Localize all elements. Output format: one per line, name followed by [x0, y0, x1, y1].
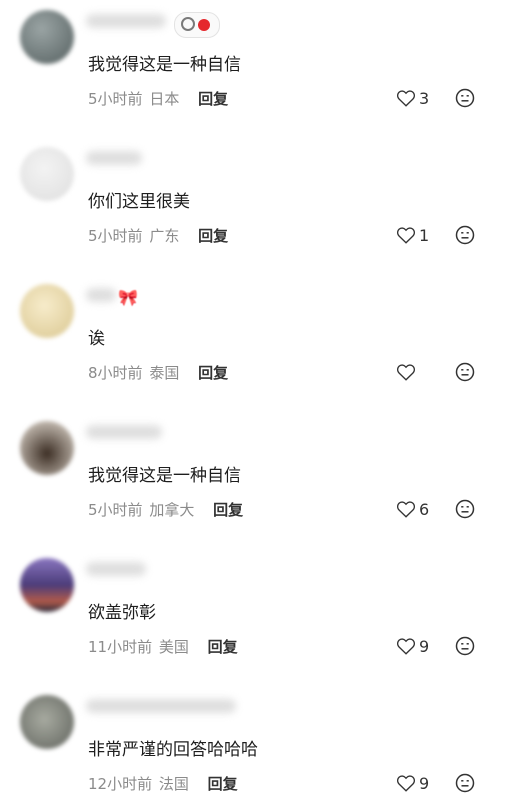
comment-meta: 12小时前 法国 回复	[88, 773, 240, 794]
meh-face-icon	[455, 362, 475, 382]
username-blurred[interactable]	[86, 699, 236, 713]
heart-outline-icon	[396, 227, 416, 244]
comment-item: 我觉得这是一种自信 5小时前 加拿大 回复 6	[0, 411, 505, 548]
badge-red-dot-icon	[198, 19, 210, 31]
reply-button[interactable]: 回复	[213, 501, 243, 519]
like-button[interactable]: 6	[396, 497, 429, 521]
comment-text: 我觉得这是一种自信	[88, 55, 241, 75]
meh-face-icon	[455, 225, 475, 245]
comment-time: 12小时前	[88, 775, 153, 793]
comment-text: 诶	[88, 329, 105, 349]
like-button[interactable]: 9	[396, 634, 429, 658]
comment-meta: 11小时前 美国 回复	[88, 636, 240, 657]
heart-outline-icon	[396, 364, 416, 381]
like-count: 1	[419, 225, 430, 245]
comment-text: 非常严谨的回答哈哈哈	[88, 740, 258, 760]
user-badge	[174, 12, 220, 38]
comment-text: 你们这里很美	[88, 192, 190, 212]
comment-item: 欲盖弥彰 11小时前 美国 回复 9	[0, 548, 505, 685]
reply-button[interactable]: 回复	[198, 227, 228, 245]
dislike-button[interactable]	[455, 362, 475, 386]
comment-meta: 5小时前 加拿大 回复	[88, 499, 245, 520]
comment-location: 美国	[158, 638, 189, 656]
comment-location: 泰国	[149, 364, 180, 382]
avatar[interactable]	[20, 10, 74, 64]
like-button[interactable]: 3	[396, 86, 429, 110]
comment-location: 加拿大	[149, 501, 195, 519]
comment-time: 5小时前	[88, 227, 143, 245]
reply-button[interactable]: 回复	[208, 775, 238, 793]
avatar[interactable]	[20, 695, 74, 749]
like-button[interactable]: 1	[396, 223, 429, 247]
meh-face-icon	[455, 499, 475, 519]
bow-emoji-icon: 🎀	[118, 288, 138, 307]
comment-time: 5小时前	[88, 501, 143, 519]
comment-location: 日本	[149, 90, 180, 108]
meh-face-icon	[455, 88, 475, 108]
badge-globe-icon	[181, 17, 195, 31]
reply-button[interactable]: 回复	[208, 638, 238, 656]
comment-location: 法国	[158, 775, 189, 793]
heart-outline-icon	[396, 775, 416, 792]
comment-time: 5小时前	[88, 90, 143, 108]
avatar[interactable]	[20, 284, 74, 338]
comment-meta: 5小时前 日本 回复	[88, 88, 230, 109]
like-count: 3	[419, 88, 430, 108]
avatar[interactable]	[20, 147, 74, 201]
reply-button[interactable]: 回复	[198, 90, 228, 108]
comment-item: 非常严谨的回答哈哈哈 12小时前 法国 回复 9	[0, 685, 505, 800]
like-count: 6	[419, 499, 430, 519]
heart-outline-icon	[396, 638, 416, 655]
like-count: 9	[419, 773, 430, 793]
comment-item: 🎀 诶 8小时前 泰国 回复	[0, 274, 505, 411]
dislike-button[interactable]	[455, 225, 475, 249]
like-button[interactable]: 9	[396, 771, 429, 795]
comment-text: 欲盖弥彰	[88, 603, 156, 623]
reply-button[interactable]: 回复	[198, 364, 228, 382]
like-count: 9	[419, 636, 430, 656]
comment-meta: 8小时前 泰国 回复	[88, 362, 230, 383]
dislike-button[interactable]	[455, 773, 475, 797]
avatar[interactable]	[20, 558, 74, 612]
username-blurred[interactable]	[86, 562, 146, 576]
dislike-button[interactable]	[455, 636, 475, 660]
meh-face-icon	[455, 636, 475, 656]
avatar[interactable]	[20, 421, 74, 475]
comment-item: 我觉得这是一种自信 5小时前 日本 回复 3	[0, 0, 505, 137]
comment-meta: 5小时前 广东 回复	[88, 225, 230, 246]
comment-location: 广东	[149, 227, 180, 245]
username-blurred[interactable]	[86, 14, 166, 28]
comment-time: 8小时前	[88, 364, 143, 382]
comment-time: 11小时前	[88, 638, 153, 656]
meh-face-icon	[455, 773, 475, 793]
dislike-button[interactable]	[455, 88, 475, 112]
username-blurred[interactable]	[86, 151, 142, 165]
comment-item: 你们这里很美 5小时前 广东 回复 1	[0, 137, 505, 274]
username-blurred[interactable]	[86, 425, 162, 439]
comment-text: 我觉得这是一种自信	[88, 466, 241, 486]
username-blurred[interactable]	[86, 288, 116, 302]
heart-outline-icon	[396, 501, 416, 518]
heart-outline-icon	[396, 90, 416, 107]
dislike-button[interactable]	[455, 499, 475, 523]
like-button[interactable]	[396, 360, 419, 384]
